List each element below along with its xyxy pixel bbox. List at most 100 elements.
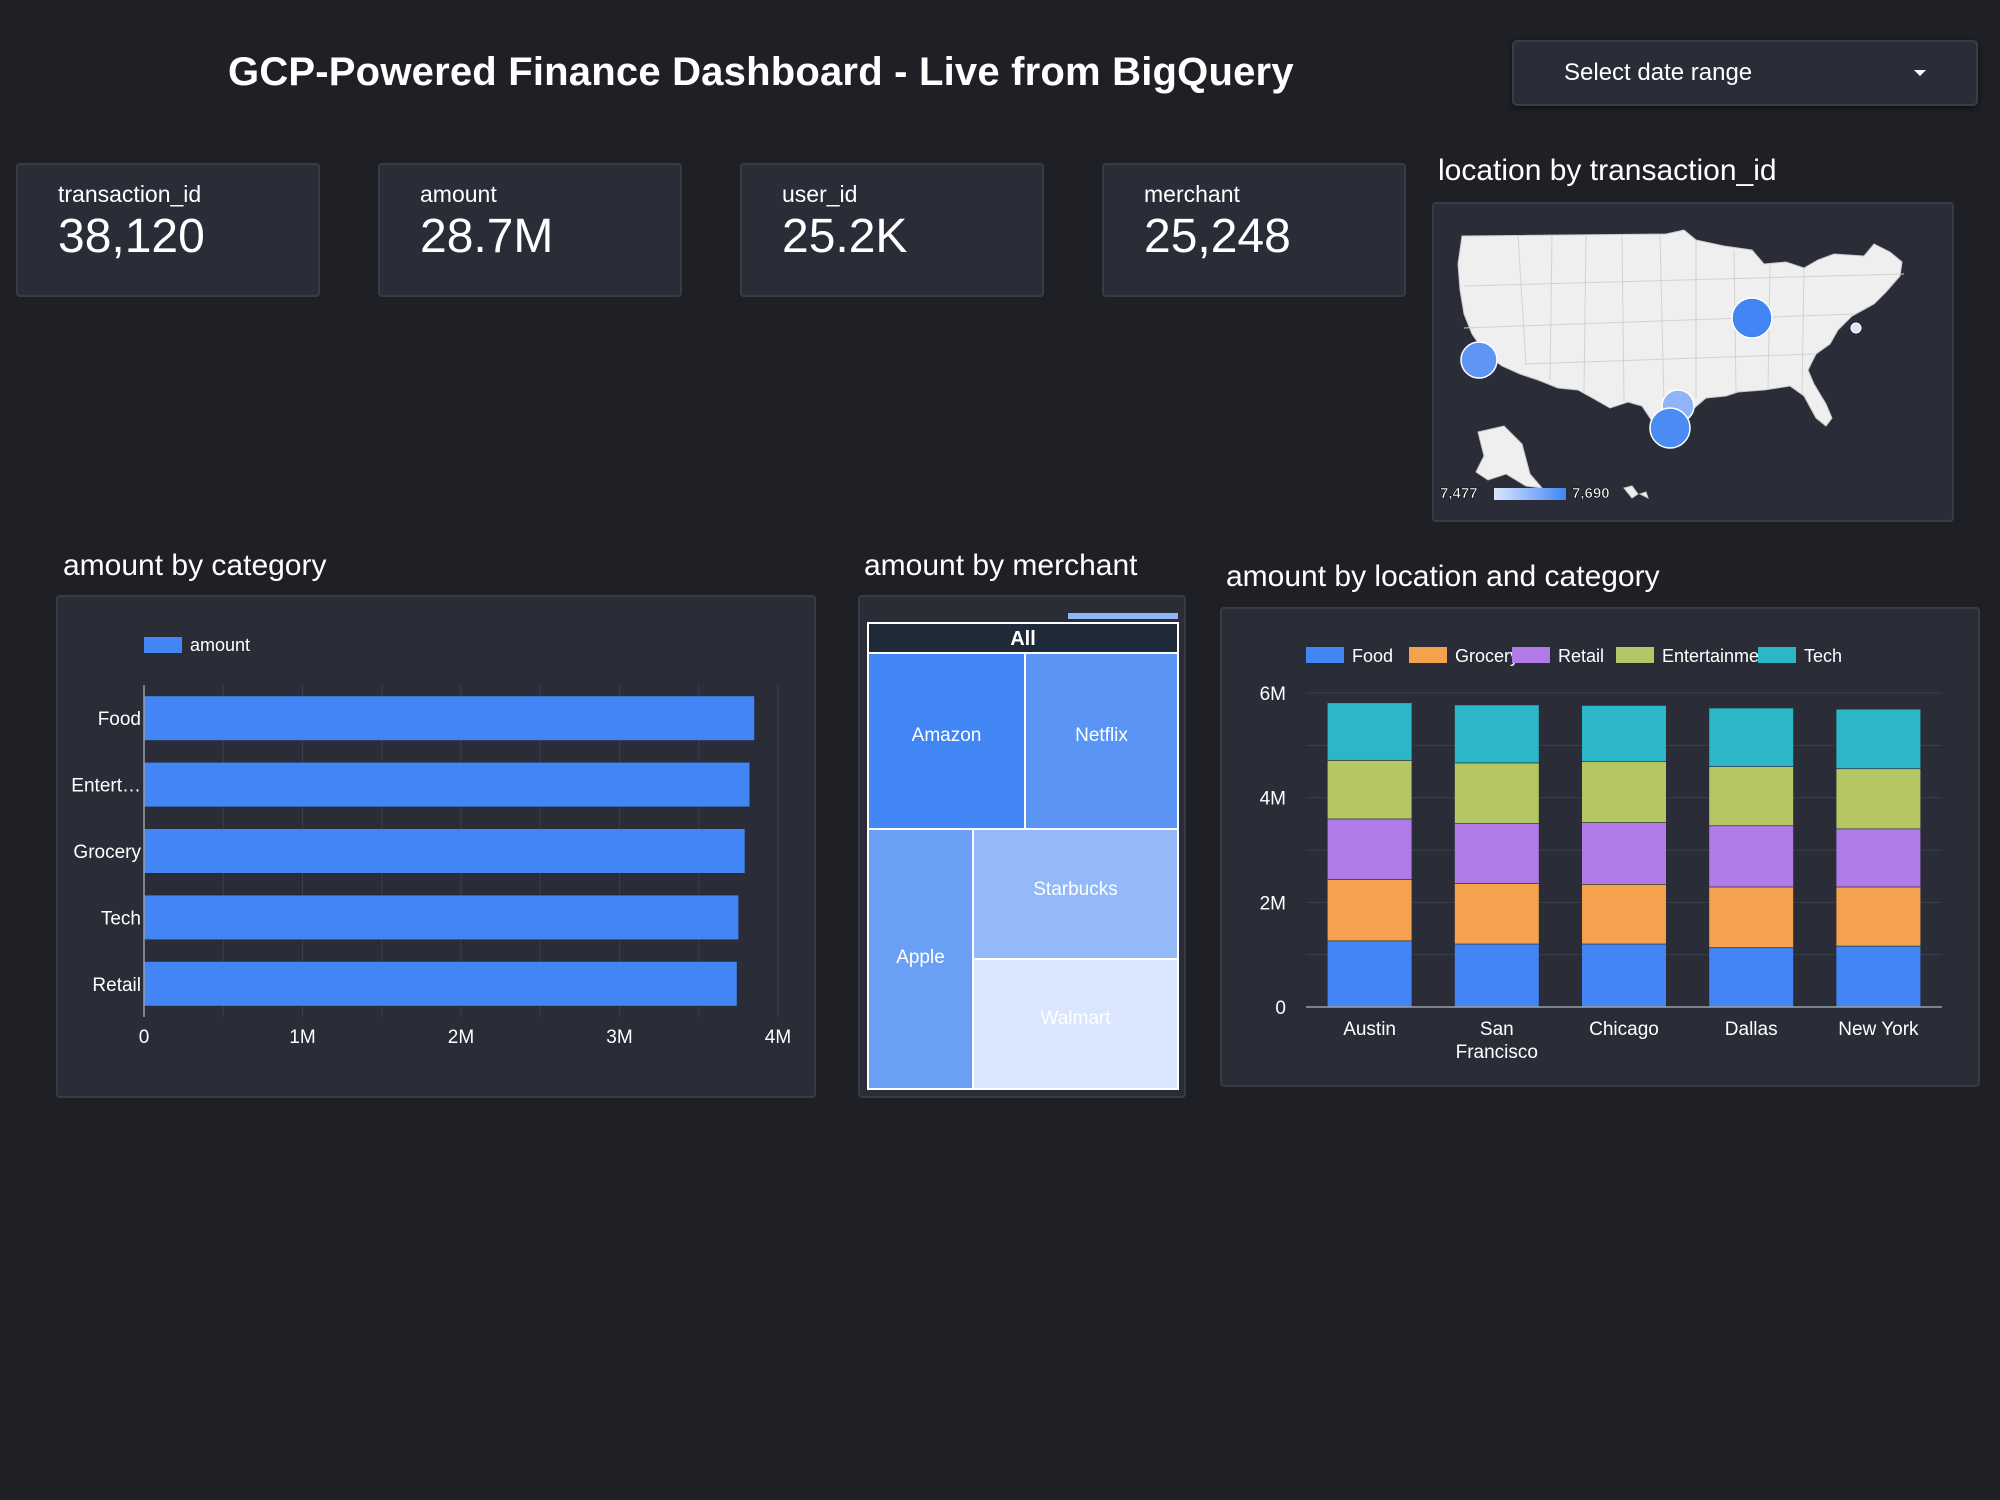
legend-swatch-entertainment [1616,647,1654,663]
bar-segment-entertainment [1327,759,1412,819]
date-range-select-label: Select date range [1564,59,1753,86]
treemap-label: Netflix [1075,725,1128,746]
bar-segment-entertainment [1836,768,1921,829]
bar-segment-grocery [1327,879,1412,941]
bar-segment-food [1582,943,1666,1007]
kpi-card-user-id: user_id 25.2K [740,163,1044,297]
y-tick-label: 6M [1260,684,1286,705]
y-tick-label: Food [98,709,141,730]
bar-segment-food [1709,947,1794,1007]
bar-segment-food [1327,940,1412,1007]
y-tick-label: 2M [1260,893,1286,914]
bar-segment-food [1454,943,1539,1007]
treemap-label: Amazon [912,725,982,746]
kpi-value: 25.2K [782,210,908,263]
bar-retail [144,961,737,1006]
map-legend-gradient [1494,488,1566,500]
merchant-chart-title: amount by merchant [864,549,1138,582]
location-chart-panel: Food Grocery Retail Entertainment Tech 0 2M 4M 6… [1220,607,1980,1087]
y-tick-label: Entert… [71,776,141,797]
legend-label-tech: Tech [1804,646,1842,666]
bar-segment-retail [1327,818,1412,880]
map-title: location by transaction_id [1438,154,1777,187]
x-tick-label: Francisco [1456,1042,1538,1063]
bar-segment-tech [1709,707,1794,767]
bar-segment-tech [1327,702,1412,760]
category-chart-panel: amount Food Entert… Grocery Tech Retail 0 1M 2M 3… [56,595,816,1098]
treemap-root-label: All [1010,628,1036,650]
legend-swatch-retail [1512,647,1550,663]
location-stacked-bar-chart: Food Grocery Retail Entertainment Tech 0 2M 4M 6… [1260,646,1942,1063]
x-tick-label: San [1480,1019,1514,1040]
bubble-chicago [1731,297,1773,339]
y-tick-label: Grocery [73,842,141,863]
bar-segment-retail [1709,825,1794,887]
treemap-label: Walmart [1040,1008,1111,1029]
bar-segment-retail [1836,828,1921,887]
hawaii [1623,485,1649,499]
kpi-card-transaction-id: transaction_id 38,120 [16,163,320,297]
legend-label-food: Food [1352,646,1393,666]
bar-entert [144,762,750,807]
x-tick-label: Dallas [1725,1019,1778,1040]
kpi-card-merchant: merchant 25,248 [1102,163,1406,297]
legend-swatch-food [1306,647,1344,663]
kpi-value: 25,248 [1144,210,1291,263]
legend-swatch-amount [144,637,182,653]
us-map[interactable]: 7,477 7,690 [1434,204,1952,520]
bar-segment-food [1836,945,1921,1007]
map-panel: 7,477 7,690 [1432,202,1954,522]
x-tick-label: Austin [1343,1019,1396,1040]
treemap-label: Starbucks [1033,879,1117,900]
y-tick-label: Tech [101,908,141,929]
bar-segment-grocery [1709,886,1794,948]
bar-grocery [144,829,745,873]
bar-segment-entertainment [1454,762,1539,824]
bubble-austin [1649,407,1691,449]
map-legend-min: 7,477 [1440,485,1478,502]
legend-label-amount: amount [190,635,250,655]
bar-segment-retail [1582,822,1666,885]
legend-swatch-tech [1758,647,1796,663]
x-tick-label: 4M [765,1027,791,1048]
alaska [1475,425,1544,489]
merchant-treemap: All Amazon Netflix Apple Starbucks Walmart [867,613,1179,1090]
kpi-value: 38,120 [58,210,205,263]
legend-label-retail: Retail [1558,646,1604,666]
kpi-label: merchant [1144,181,1240,207]
bar-segment-entertainment [1709,766,1794,826]
x-tick-label: New York [1838,1019,1919,1040]
treemap-label: Apple [896,947,945,968]
y-tick-label: 4M [1260,789,1286,810]
y-tick-label: 0 [1275,998,1286,1019]
map-legend-max: 7,690 [1572,485,1610,502]
merchant-chart-panel: All Amazon Netflix Apple Starbucks Walmart [858,595,1186,1098]
bubble-new-york [1850,322,1862,334]
bar-segment-retail [1454,823,1539,883]
treemap-scale-bar [1068,613,1178,619]
bar-segment-grocery [1454,882,1539,944]
x-tick-label: 2M [448,1027,474,1048]
bar-tech [144,895,739,940]
kpi-label: transaction_id [58,181,202,207]
legend-label-grocery: Grocery [1455,646,1519,666]
legend-label-entertainment: Entertainment [1662,646,1774,666]
bar-food [144,696,755,741]
category-bar-chart: amount Food Entert… Grocery Tech Retail 0 1M 2M 3… [71,635,791,1048]
bar-segment-tech [1582,705,1666,762]
category-chart-title: amount by category [63,549,327,582]
date-range-select[interactable]: Select date range [1512,40,1978,106]
kpi-label: amount [420,181,497,207]
bar-segment-entertainment [1582,761,1666,823]
x-tick-label: Chicago [1589,1019,1659,1040]
y-tick-label: Retail [92,975,141,996]
x-tick-label: 3M [606,1027,632,1048]
bar-segment-grocery [1582,884,1666,944]
kpi-value: 28.7M [420,210,554,263]
location-chart-title: amount by location and category [1226,560,1660,593]
kpi-label: user_id [782,181,858,207]
chevron-down-icon[interactable] [1914,70,1926,76]
page-title: GCP-Powered Finance Dashboard - Live fro… [228,50,1294,94]
bar-segment-tech [1454,704,1539,763]
bar-segment-grocery [1836,886,1921,946]
